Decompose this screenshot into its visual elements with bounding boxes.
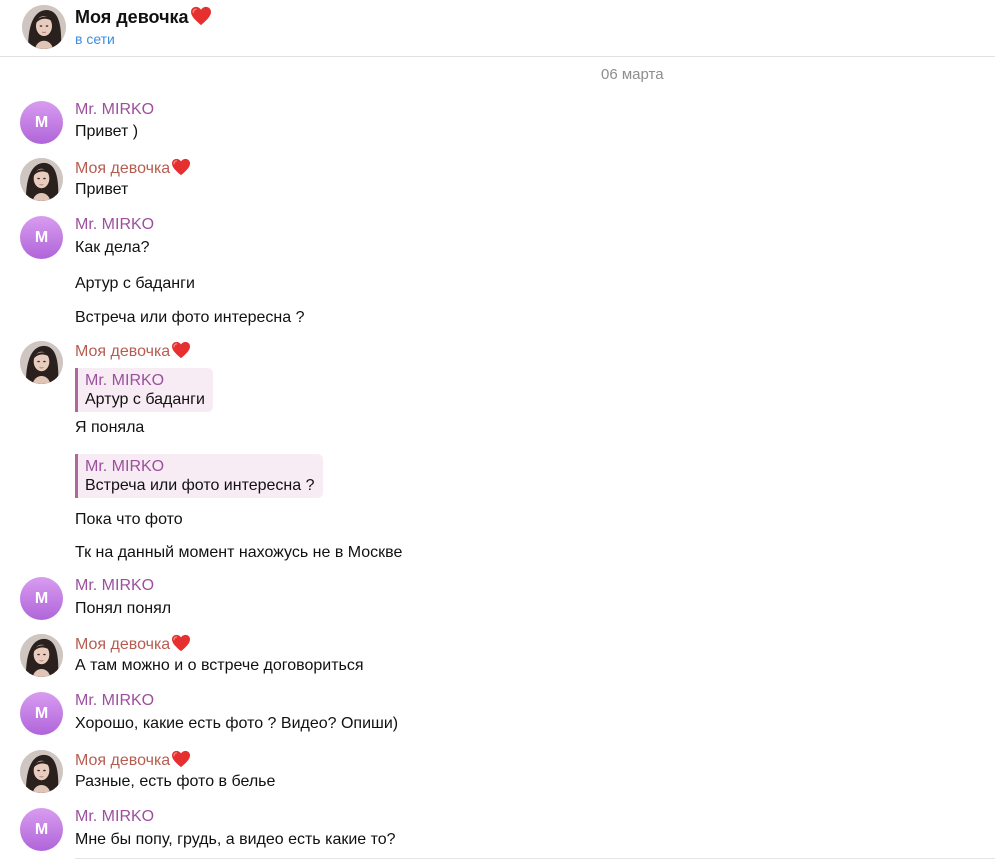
avatar-photo-icon — [20, 634, 63, 677]
avatar-girl[interactable] — [20, 634, 63, 677]
avatar-mirko[interactable]: M — [20, 808, 63, 851]
avatar-girl[interactable] — [20, 750, 63, 793]
avatar-girl[interactable] — [20, 158, 63, 201]
heart-emoji-icon — [190, 6, 212, 26]
avatar-mirko[interactable]: M — [20, 577, 63, 620]
chat-header: Моя девочка в сети — [0, 0, 995, 57]
sender-name[interactable]: Mr. MIRKO — [75, 808, 154, 826]
avatar-photo-icon — [20, 750, 63, 793]
message-text: Артур с баданги — [75, 275, 195, 292]
avatar-mirko[interactable]: M — [20, 216, 63, 259]
reply-sender: Mr. MIRKO — [85, 458, 165, 475]
heart-emoji-icon — [171, 750, 191, 768]
reply-quote[interactable]: Mr. MIRKO Артур с баданги — [75, 368, 213, 412]
reply-sender: Mr. MIRKO — [85, 372, 165, 389]
sender-name[interactable]: Моя девочка — [75, 634, 191, 654]
heart-emoji-icon — [171, 158, 191, 176]
online-status: в сети — [75, 31, 115, 47]
avatar-photo-icon — [20, 158, 63, 201]
message-text: Я поняла — [75, 419, 145, 436]
date-divider: 06 марта — [601, 66, 664, 83]
avatar-photo-icon — [22, 5, 66, 49]
sender-name[interactable]: Mr. MIRKO — [75, 101, 154, 119]
sender-name[interactable]: Mr. MIRKO — [75, 692, 154, 710]
chat-title[interactable]: Моя девочка — [75, 6, 212, 28]
message-text: Мне бы попу, грудь, а видео есть какие т… — [75, 831, 396, 848]
message-text: Хорошо, какие есть фото ? Видео? Опиши) — [75, 715, 399, 732]
sender-name[interactable]: Моя девочка — [75, 341, 191, 361]
avatar-mirko[interactable]: M — [20, 101, 63, 144]
message-text: Понял понял — [75, 600, 172, 617]
reply-quote[interactable]: Mr. MIRKO Встреча или фото интересна ? — [75, 454, 323, 498]
heart-emoji-icon — [171, 634, 191, 652]
message-text: Как дела? — [75, 239, 150, 256]
sender-name[interactable]: Моя девочка — [75, 750, 191, 770]
message-text: Привет — [75, 181, 129, 198]
reply-text: Встреча или фото интересна ? — [85, 477, 315, 494]
sender-name[interactable]: Моя девочка — [75, 158, 191, 178]
avatar-girl[interactable] — [20, 341, 63, 384]
reply-text: Артур с баданги — [85, 391, 205, 408]
avatar-photo-icon — [20, 341, 63, 384]
avatar-mirko[interactable]: M — [20, 692, 63, 735]
message-text: Пока что фото — [75, 511, 183, 528]
divider — [75, 858, 995, 859]
chat-avatar[interactable] — [22, 5, 66, 49]
message-text: Разные, есть фото в белье — [75, 773, 276, 790]
sender-name[interactable]: Mr. MIRKO — [75, 216, 154, 234]
message-text: Тк на данный момент нахожусь не в Москве — [75, 544, 403, 561]
sender-name[interactable]: Mr. MIRKO — [75, 577, 154, 595]
message-text: А там можно и о встрече договориться — [75, 657, 364, 674]
heart-emoji-icon — [171, 341, 191, 359]
message-text: Привет ) — [75, 123, 139, 140]
message-text: Встреча или фото интересна ? — [75, 309, 305, 326]
